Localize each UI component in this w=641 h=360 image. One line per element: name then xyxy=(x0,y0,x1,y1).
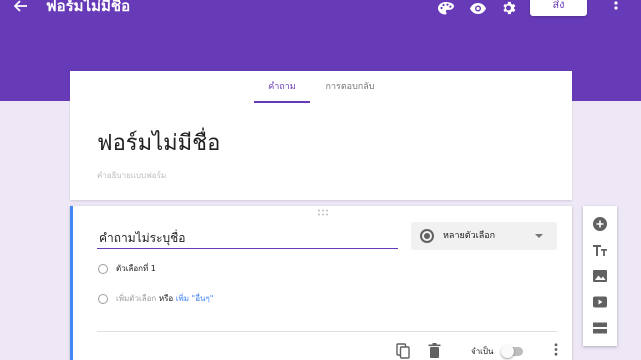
form-title[interactable]: ฟอร์มไม่มีชื่อ xyxy=(97,125,220,160)
trash-icon[interactable] xyxy=(428,343,444,359)
gear-icon[interactable] xyxy=(501,0,519,15)
palette-icon[interactable] xyxy=(438,0,456,15)
eye-icon[interactable] xyxy=(470,0,488,14)
form-header-card: ฟอร์มไม่มีชื่อ คำอธิบายแบบฟอร์ม xyxy=(70,103,572,200)
required-label: จำเป็น xyxy=(471,347,494,356)
option-label[interactable]: ตัวเลือกที่ 1 xyxy=(116,264,156,273)
add-option-link[interactable]: เพิ่มตัวเลือก xyxy=(116,294,156,303)
radio-button-icon xyxy=(420,229,434,243)
image-icon[interactable] xyxy=(592,268,608,284)
title-text-icon[interactable] xyxy=(592,242,608,258)
divider xyxy=(97,331,557,332)
or-text: หรือ xyxy=(158,294,174,303)
more-vert-icon[interactable] xyxy=(609,0,623,14)
copy-icon[interactable] xyxy=(396,343,412,359)
form-description-field[interactable]: คำอธิบายแบบฟอร์ม xyxy=(97,169,166,182)
more-vert-icon[interactable] xyxy=(552,343,560,359)
question-title-input[interactable]: คำถามไม่ระบุชื่อ xyxy=(97,228,398,249)
question-card[interactable]: คำถามไม่ระบุชื่อ หลายตัวเลือก ตัวเลือกที… xyxy=(70,206,572,360)
drag-handle-icon[interactable] xyxy=(317,209,331,217)
send-button[interactable]: ส่ง xyxy=(530,0,587,16)
question-type-label: หลายตัวเลือก xyxy=(443,231,496,241)
question-type-select[interactable]: หลายตัวเลือก xyxy=(411,222,557,250)
section-icon[interactable] xyxy=(592,320,608,336)
tab-questions[interactable]: คำถาม xyxy=(254,71,310,103)
required-toggle[interactable] xyxy=(501,345,523,358)
option-row[interactable]: ตัวเลือกที่ 1 xyxy=(98,262,156,276)
add-option-row: เพิ่มตัวเลือก หรือ เพิ่ม "อื่นๆ" xyxy=(98,292,214,306)
tab-responses[interactable]: การตอบกลับ xyxy=(318,71,382,103)
radio-circle-icon xyxy=(98,263,108,274)
add-question-icon[interactable] xyxy=(592,216,608,232)
dropdown-arrow-icon xyxy=(535,234,543,238)
arrow-back-icon[interactable] xyxy=(13,0,34,16)
form-name[interactable]: ฟอร์มไม่มีชื่อ xyxy=(46,0,130,15)
video-icon[interactable] xyxy=(592,294,608,310)
side-toolbar xyxy=(583,206,617,346)
radio-circle-icon xyxy=(98,293,108,304)
tab-bar: คำถาม การตอบกลับ xyxy=(70,71,572,103)
add-other-link[interactable]: เพิ่ม "อื่นๆ" xyxy=(176,294,214,303)
